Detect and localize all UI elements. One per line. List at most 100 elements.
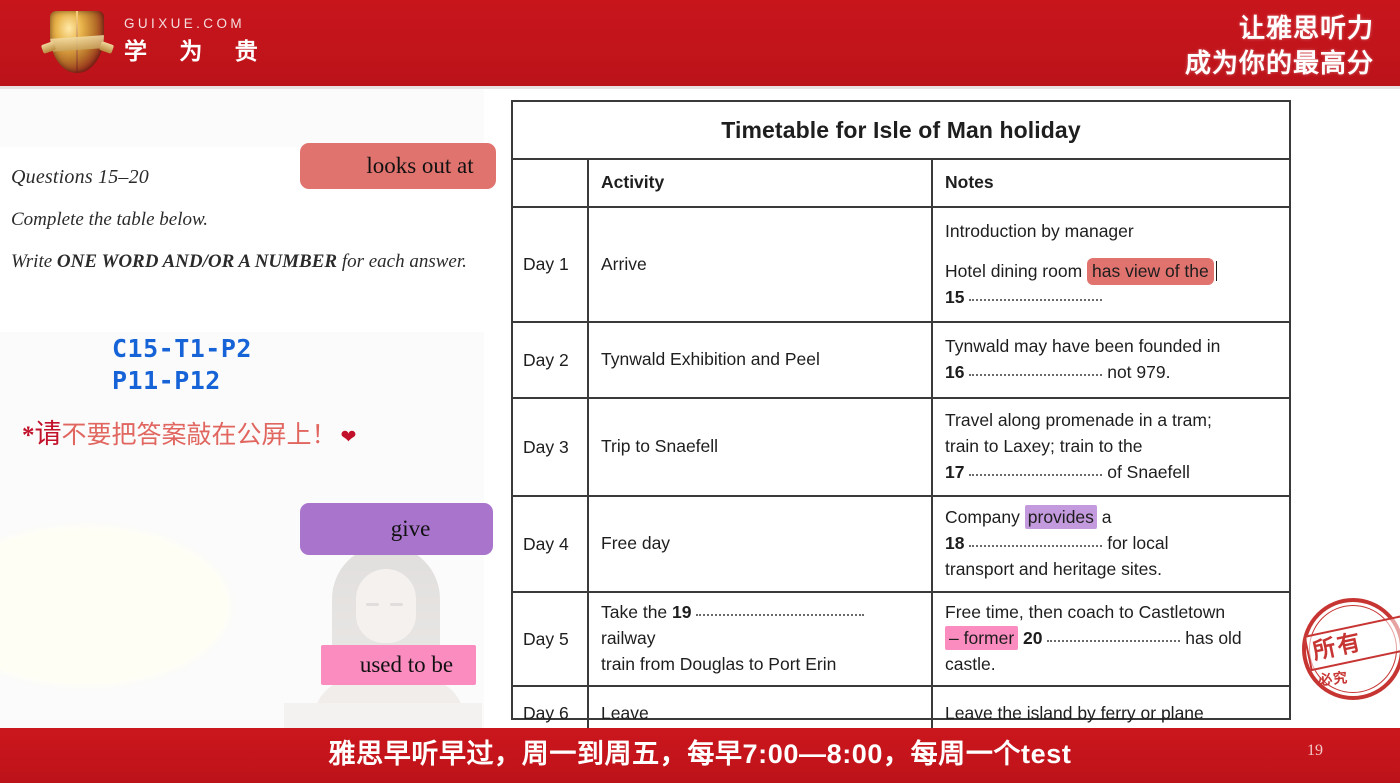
test-code-line-2: P11-P12 (112, 366, 221, 395)
photo-desk (284, 703, 482, 728)
notice-light: 不要把答案敲在公屏上！ (61, 422, 337, 449)
cell-day: Day 3 (513, 399, 589, 495)
table-row: Day 5 Take the 19 railway train from Dou… (513, 593, 1289, 687)
copyright-stamp-icon: 所有 必究 (1300, 594, 1400, 710)
table-header-blank (513, 160, 589, 206)
notes-text: Company (945, 507, 1025, 528)
cell-notes: Tynwald may have been founded in 16 not … (933, 323, 1289, 397)
cell-activity: Trip to Snaefell (589, 399, 933, 495)
activity-text: railway (601, 628, 656, 649)
table-row: Day 4 Free day Company provides a 18 for… (513, 497, 1289, 593)
notes-text: has old (1180, 628, 1242, 649)
table-title: Timetable for Isle of Man holiday (513, 102, 1289, 160)
activity-line: Take the 19 railway (601, 600, 919, 652)
timetable-scan: Timetable for Isle of Man holiday Activi… (511, 100, 1291, 740)
cell-day: Day 4 (513, 497, 589, 591)
cell-day: Day 2 (513, 323, 589, 397)
highlight-answer-18[interactable]: provides (1024, 505, 1097, 530)
brand-text: GUIXUE.COM 学 为 贵 (124, 17, 271, 64)
heart-icon: ❤ (340, 427, 357, 448)
answer-blank[interactable] (969, 463, 1103, 476)
question-number: 15 (945, 286, 965, 307)
table-header-activity: Activity (589, 160, 933, 206)
question-number: 20 (1023, 628, 1043, 649)
activity-line: train from Douglas to Port Erin (601, 653, 837, 674)
cell-notes: Travel along promenade in a tram; train … (933, 399, 1289, 495)
instruction-write-rule: Write ONE WORD AND/OR A NUMBER for each … (11, 251, 467, 273)
notes-line: Introduction by manager (945, 221, 1134, 241)
slide-root: GUIXUE.COM 学 为 贵 让雅思听力 成为你的最高分 Questions… (0, 0, 1400, 783)
question-number: 18 (945, 533, 965, 554)
footer-promo-text: 雅思早听早过，周一到周五，每早7:00—8:00，每周一个test (328, 739, 1072, 769)
shield-crest-icon (50, 11, 104, 73)
answer-blank[interactable] (696, 603, 865, 617)
notice-message: *请不要把答案敲在公屏上！ ❤ (22, 412, 356, 451)
brand-domain: GUIXUE.COM (124, 16, 246, 31)
cell-activity: Free day (589, 497, 933, 591)
notes-line: 15 (945, 285, 1217, 311)
cell-notes: Free time, then coach to Castletown – fo… (933, 593, 1289, 685)
chip-give[interactable]: give (300, 503, 493, 555)
cell-activity: Arrive (589, 208, 933, 321)
notice-strong: 请 (34, 419, 62, 449)
cell-notes: Introduction by manager Hotel dining roo… (933, 208, 1289, 321)
write-prefix: Write (11, 251, 57, 272)
background-student-photo (284, 527, 482, 728)
table-row: Day 1 Arrive Introduction by manager Hot… (513, 208, 1289, 323)
cell-day: Day 1 (513, 208, 589, 321)
shield-ribbon-right-icon (98, 41, 115, 54)
photo-eye-right (390, 603, 403, 606)
notes-line: Travel along promenade in a tram; (945, 410, 1212, 431)
slogan-line-1: 让雅思听力 (1238, 13, 1374, 43)
cell-activity: Take the 19 railway train from Douglas t… (589, 593, 933, 685)
notes-line: transport and heritage sites. (945, 558, 1162, 579)
table-header-notes: Notes (945, 172, 994, 193)
answer-blank[interactable] (1047, 629, 1181, 643)
cell-day: Day 5 (513, 593, 589, 685)
notes-line: 17 of Snaefell (945, 460, 1212, 486)
notes-text: of Snaefell (1102, 461, 1190, 482)
cell-notes: Company provides a 18 for local transpor… (933, 497, 1289, 591)
header-slogan: 让雅思听力 成为你的最高分 (1185, 11, 1374, 81)
instruction-complete-table: Complete the table below. (11, 209, 208, 230)
notes-line: 18 for local (945, 531, 1168, 557)
question-number: 19 (672, 602, 692, 623)
table-row: Day 2 Tynwald Exhibition and Peel Tynwal… (513, 323, 1289, 399)
text-caret (1215, 260, 1218, 281)
highlight-answer-20[interactable]: – former (945, 626, 1019, 651)
brand-name-cn: 学 为 贵 (124, 37, 271, 64)
table-header-row: Activity Notes (513, 160, 1289, 208)
answer-blank[interactable] (969, 534, 1103, 548)
activity-text: Take the (601, 602, 673, 623)
answer-blank[interactable] (969, 288, 1103, 301)
page-number: 19 (1307, 742, 1323, 759)
question-number: 17 (945, 461, 965, 482)
notes-text: a (1096, 507, 1112, 528)
highlight-answer-15[interactable]: has view of the (1087, 257, 1214, 285)
notes-line: 16 not 979. (945, 360, 1220, 386)
notes-line: Hotel dining room has view of the (945, 257, 1218, 285)
chip-looks-out-at[interactable]: looks out at (300, 143, 496, 189)
notes-line: train to Laxey; train to the (945, 436, 1143, 457)
answer-blank[interactable] (969, 363, 1103, 376)
notes-line: Tynwald may have been founded in (945, 336, 1221, 357)
cell-activity: Tynwald Exhibition and Peel (589, 323, 933, 397)
notes-text: not 979. (1102, 362, 1171, 382)
notes-text: for local (1102, 533, 1169, 554)
notes-line: – former 20 has old (945, 626, 1242, 652)
notes-line: castle. (945, 653, 996, 674)
test-code-line-1: C15-T1-P2 (112, 334, 252, 363)
notice-star: * (22, 422, 35, 449)
table-row: Day 3 Trip to Snaefell Travel along prom… (513, 399, 1289, 497)
photo-face (356, 569, 416, 643)
questions-heading: Questions 15–20 (11, 166, 149, 188)
write-bold-rule: ONE WORD AND/OR A NUMBER (56, 251, 338, 272)
notes-text: Hotel dining room (945, 260, 1088, 281)
photo-eye-left (366, 603, 379, 606)
notes-line: Free time, then coach to Castletown (945, 602, 1226, 623)
write-suffix: for each answer. (337, 251, 467, 272)
question-number: 16 (945, 362, 965, 382)
chip-used-to-be[interactable]: used to be (321, 645, 476, 685)
brand-logo (40, 9, 115, 77)
notes-line: Company provides a (945, 505, 1168, 531)
